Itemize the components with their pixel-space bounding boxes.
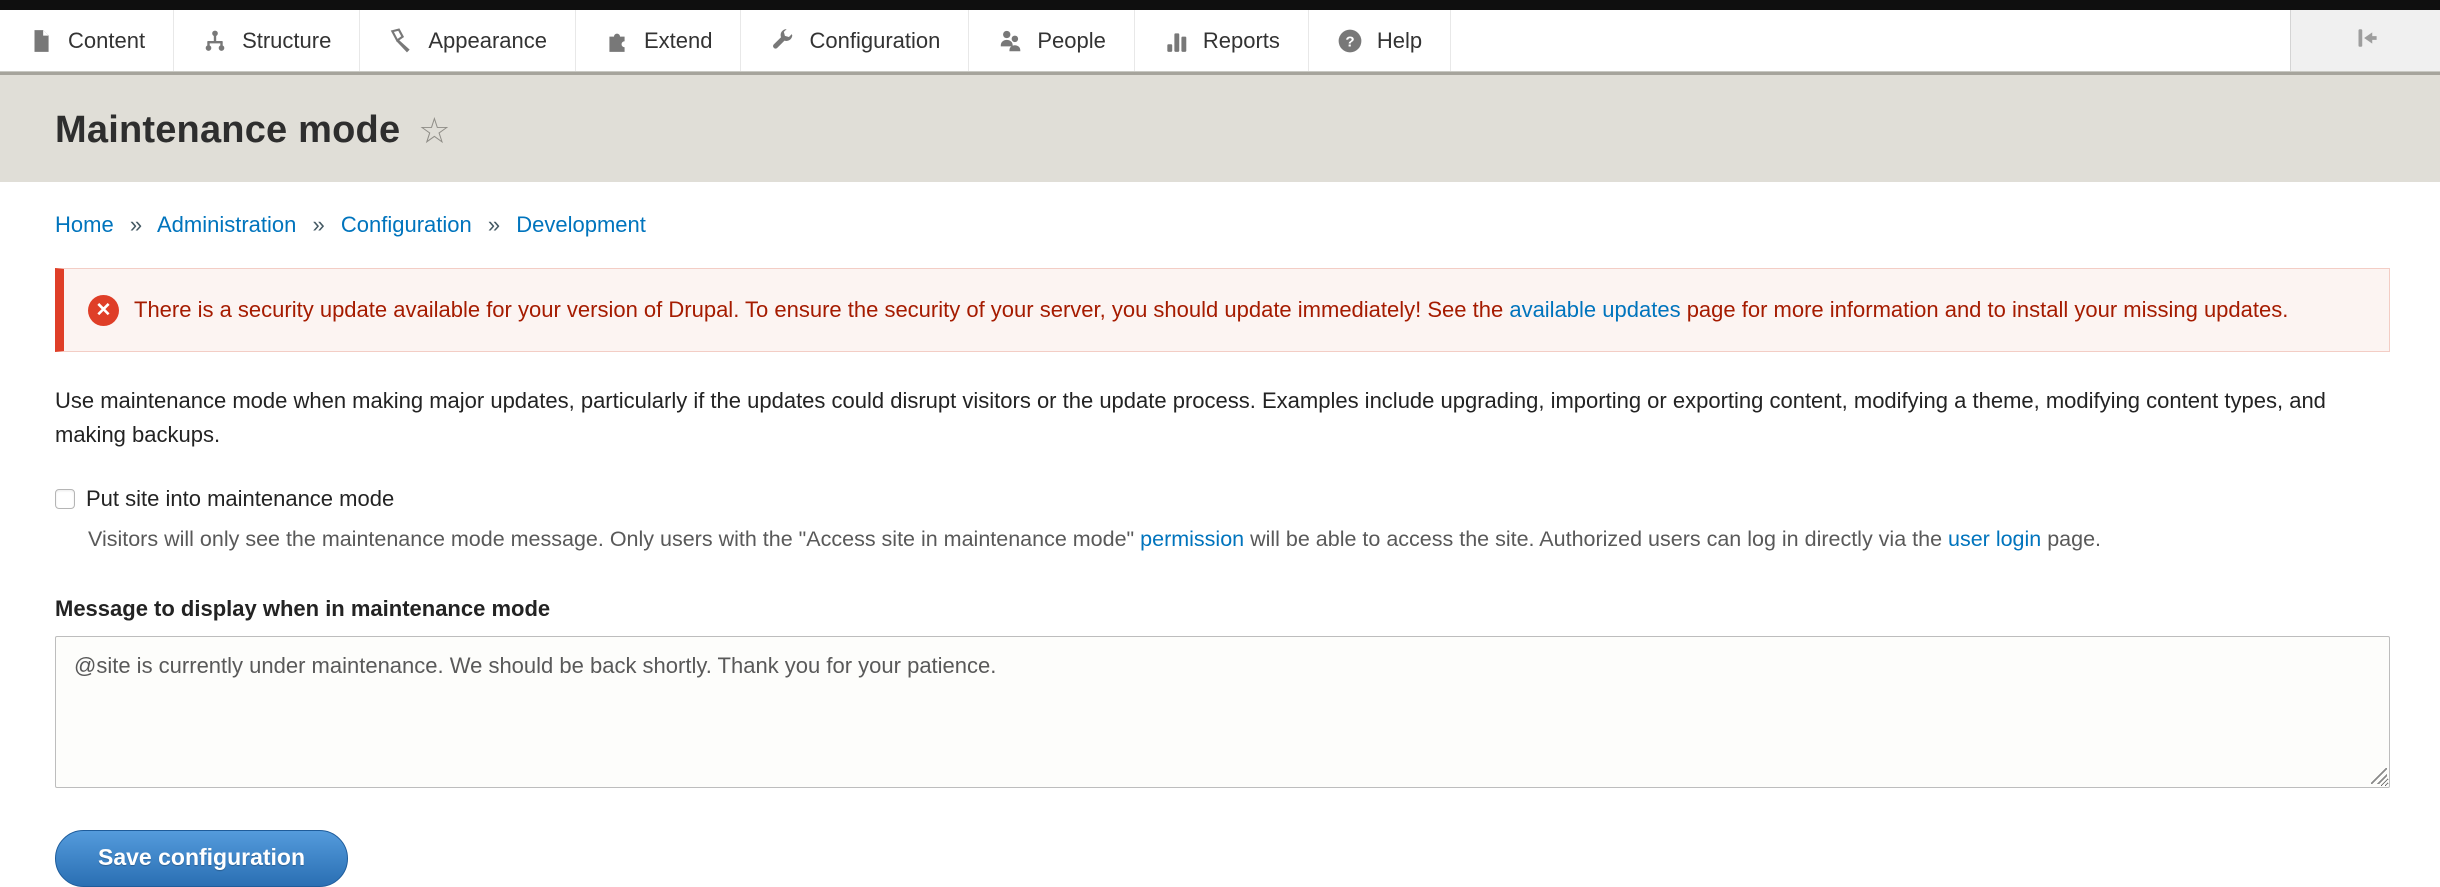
toolbar-tab-label: Help [1377,28,1422,54]
breadcrumb-link-home[interactable]: Home [55,212,114,237]
user-login-link[interactable]: user login [1948,527,2041,551]
intro-paragraph: Use maintenance mode when making major u… [55,384,2390,452]
breadcrumb-link-configuration[interactable]: Configuration [341,212,472,237]
breadcrumb-link-administration[interactable]: Administration [157,212,296,237]
breadcrumb-link-development[interactable]: Development [516,212,646,237]
favorite-star-icon[interactable]: ☆ [418,113,450,149]
toolbar-tab-reports[interactable]: Reports [1135,10,1309,71]
breadcrumb-separator: » [130,212,142,237]
svg-text:?: ? [1345,33,1354,50]
people-icon [997,28,1023,54]
toolbar-tab-structure[interactable]: Structure [174,10,360,71]
toolbar-tab-label: Appearance [428,28,547,54]
puzzle-icon [604,28,630,54]
toolbar-tab-label: Content [68,28,145,54]
error-message-text: There is a security update available for… [134,297,2288,322]
toolbar-orientation-toggle-button[interactable] [2290,10,2440,71]
main-content: Home » Administration » Configuration » … [0,212,2440,887]
toolbar-spacer [1451,10,2290,71]
toolbar-tab-label: Configuration [809,28,940,54]
error-message-box: ✕ There is a security update available f… [55,268,2390,352]
maintenance-mode-checkbox[interactable] [55,489,75,509]
toolbar-tab-label: Reports [1203,28,1280,54]
admin-top-bar [0,0,2440,10]
toolbar-tab-help[interactable]: ? Help [1309,10,1451,71]
sitemap-icon [202,28,228,54]
toolbar-tab-people[interactable]: People [969,10,1135,71]
checkbox-description: Visitors will only see the maintenance m… [88,523,2390,555]
maintenance-message-textarea[interactable]: @site is currently under maintenance. We… [55,636,2390,788]
maintenance-mode-checkbox-label[interactable]: Put site into maintenance mode [86,486,394,512]
file-icon [28,28,54,54]
admin-toolbar: Content Structure Appearance Extend Conf… [0,10,2440,72]
maintenance-message-label: Message to display when in maintenance m… [55,596,2390,622]
available-updates-link[interactable]: available updates [1509,297,1680,322]
toolbar-tab-label: Structure [242,28,331,54]
breadcrumb-separator: » [488,212,500,237]
paintbrush-icon [388,28,414,54]
help-icon: ? [1337,28,1363,54]
page-title-text: Maintenance mode [55,109,400,152]
toolbar-tab-label: People [1037,28,1106,54]
permission-link[interactable]: permission [1140,527,1244,551]
maintenance-mode-checkbox-row: Put site into maintenance mode [55,486,2390,512]
toolbar-tab-configuration[interactable]: Configuration [741,10,969,71]
toolbar-tab-label: Extend [644,28,713,54]
error-icon: ✕ [88,295,119,326]
page-header: Maintenance mode ☆ [0,72,2440,182]
wrench-icon [769,28,795,54]
maintenance-message-field-wrap: @site is currently under maintenance. We… [55,636,2390,788]
toolbar-tab-appearance[interactable]: Appearance [360,10,576,71]
breadcrumb-separator: » [312,212,324,237]
bar-chart-icon [1163,28,1189,54]
toolbar-tab-extend[interactable]: Extend [576,10,742,71]
toolbar-tab-content[interactable]: Content [0,10,174,71]
page-title: Maintenance mode ☆ [55,109,2385,152]
breadcrumb: Home » Administration » Configuration » … [55,212,2390,238]
toolbar-collapse-icon [2351,23,2381,58]
save-configuration-button[interactable]: Save configuration [55,830,348,887]
